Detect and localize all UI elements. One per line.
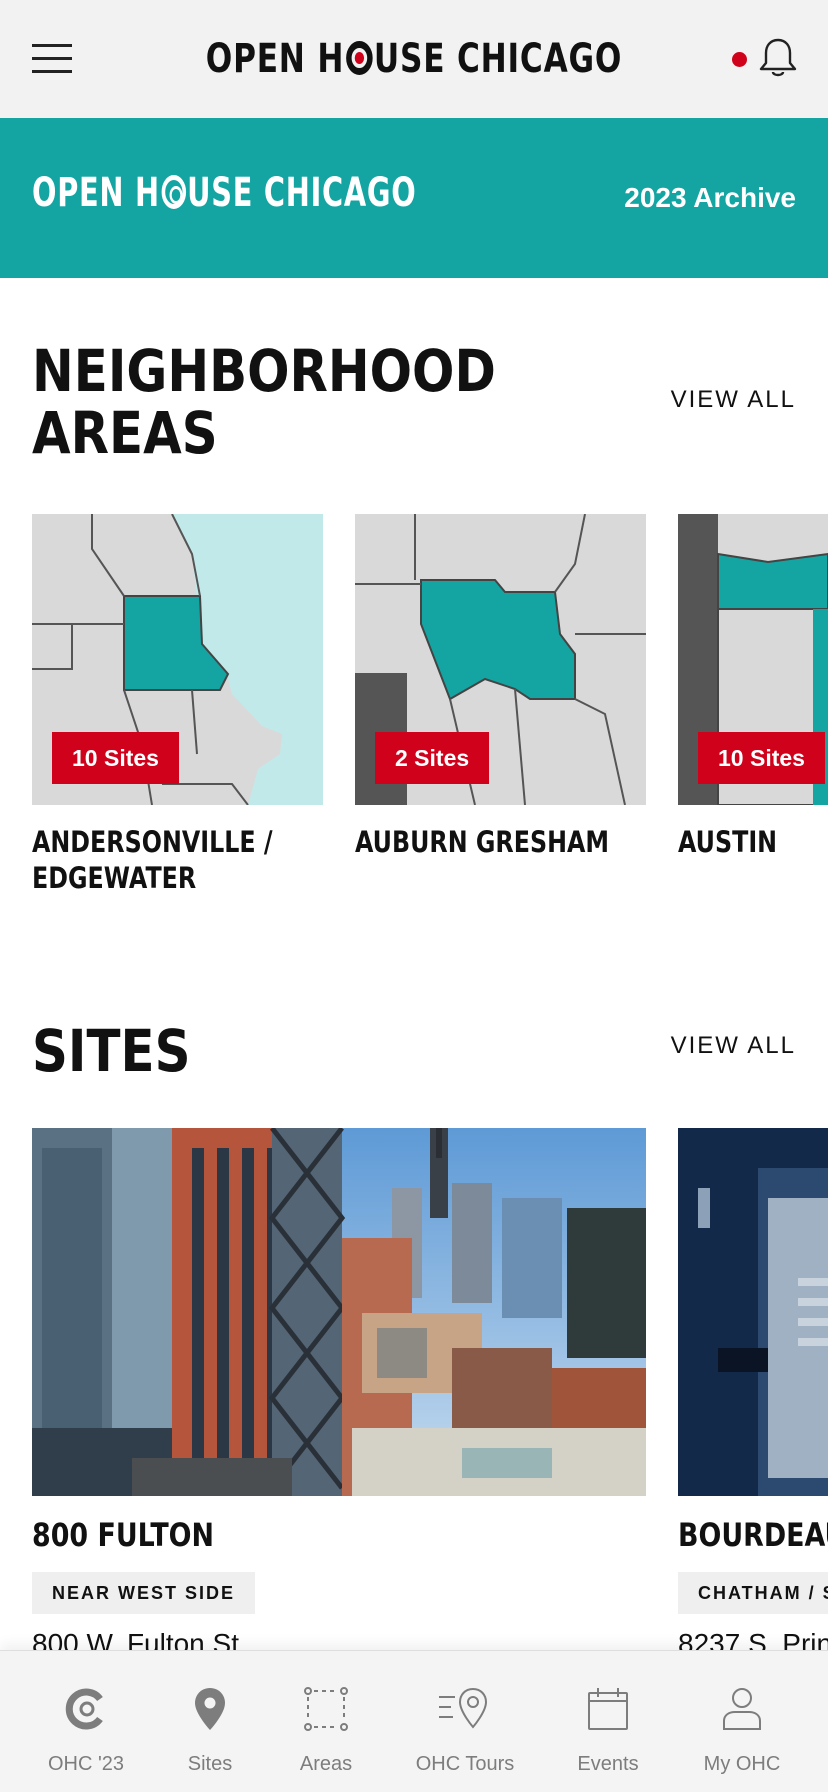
neighborhood-areas-title: NEIGHBORHOOD AREAS bbox=[32, 340, 496, 464]
site-name-800-fulton[interactable]: 800 FULTON bbox=[32, 1516, 214, 1554]
tab-events[interactable]: Events bbox=[548, 1651, 668, 1792]
site-name-bourdeau[interactable]: BOURDEAU bbox=[678, 1516, 828, 1554]
site-photo-800-fulton bbox=[32, 1128, 646, 1496]
hamburger-menu-icon[interactable] bbox=[32, 42, 72, 76]
bell-icon[interactable] bbox=[756, 36, 800, 80]
tab-label: Sites bbox=[187, 1753, 233, 1775]
logo-o-mark-icon bbox=[345, 41, 373, 75]
area-select-icon bbox=[302, 1685, 350, 1733]
area-site-count-badge: 10 Sites bbox=[52, 732, 179, 784]
area-name-andersonville[interactable]: ANDERSONVILLE / EDGEWATER bbox=[32, 824, 273, 896]
area-card-austin[interactable]: 10 Sites bbox=[678, 514, 828, 805]
area-card-auburn-gresham[interactable]: 2 Sites bbox=[355, 514, 646, 805]
calendar-icon bbox=[584, 1685, 632, 1733]
neighborhoods-view-all-link[interactable]: VIEW ALL bbox=[671, 386, 796, 414]
map-pin-icon bbox=[186, 1685, 234, 1733]
notification-dot bbox=[732, 52, 747, 67]
area-name-auburn-gresham[interactable]: AUBURN GRESHAM bbox=[355, 824, 609, 860]
area-name-line1: ANDERSONVILLE / bbox=[32, 825, 273, 859]
area-name-line1: AUBURN GRESHAM bbox=[355, 825, 610, 859]
logo-text-right: USE CHICAGO bbox=[373, 36, 623, 82]
ohc-logo-icon bbox=[62, 1685, 110, 1733]
area-name-austin[interactable]: AUSTIN bbox=[678, 824, 777, 860]
site-card-bourdeau[interactable] bbox=[678, 1128, 828, 1496]
banner-logo: OPEN H USE CHICAGO bbox=[32, 170, 416, 216]
banner-logo-text-right: USE CHICAGO bbox=[187, 170, 417, 216]
tab-label: OHC '23 bbox=[47, 1753, 125, 1775]
site-area-tag: NEAR WEST SIDE bbox=[32, 1572, 256, 1614]
area-site-count-badge: 2 Sites bbox=[375, 732, 490, 784]
neighborhood-title-line1: NEIGHBORHOOD bbox=[32, 337, 496, 405]
site-photo-bourdeau bbox=[678, 1128, 828, 1496]
tab-ohc-23[interactable]: OHC '23 bbox=[16, 1651, 156, 1792]
site-area-tag: CHATHAM / S bbox=[678, 1572, 828, 1614]
logo-text-left: OPEN H bbox=[205, 36, 345, 82]
tab-label: OHC Tours bbox=[415, 1753, 515, 1775]
banner-logo-o-mark-icon bbox=[161, 175, 186, 209]
tab-sites[interactable]: Sites bbox=[150, 1651, 270, 1792]
tab-label: My OHC bbox=[703, 1753, 781, 1775]
neighborhood-title-line2: AREAS bbox=[32, 399, 218, 467]
area-name-line2: EDGEWATER bbox=[32, 861, 197, 895]
site-card-800-fulton[interactable] bbox=[32, 1128, 646, 1496]
tab-ohc-tours[interactable]: OHC Tours bbox=[395, 1651, 535, 1792]
tab-label: Events bbox=[577, 1753, 639, 1775]
area-site-count-badge: 10 Sites bbox=[698, 732, 825, 784]
sites-title: SITES bbox=[32, 1017, 191, 1085]
tab-areas[interactable]: Areas bbox=[266, 1651, 386, 1792]
header-logo[interactable]: OPEN H USE CHICAGO bbox=[91, 36, 737, 82]
sites-view-all-link[interactable]: VIEW ALL bbox=[671, 1032, 796, 1060]
bottom-tab-bar: OHC '23 Sites Areas OHC Tours Events My … bbox=[0, 1650, 828, 1792]
area-name-line1: AUSTIN bbox=[678, 825, 778, 859]
user-icon bbox=[718, 1685, 766, 1733]
archive-label: 2023 Archive bbox=[624, 182, 796, 213]
archive-banner: OPEN H USE CHICAGO 2023 Archive bbox=[0, 118, 828, 278]
tour-route-icon bbox=[437, 1685, 493, 1733]
tab-my-ohc[interactable]: My OHC bbox=[682, 1651, 802, 1792]
area-card-andersonville[interactable]: 10 Sites bbox=[32, 514, 323, 805]
tab-label: Areas bbox=[299, 1753, 353, 1775]
top-app-bar: OPEN H USE CHICAGO bbox=[0, 0, 828, 118]
banner-logo-text-left: OPEN H bbox=[32, 170, 160, 216]
